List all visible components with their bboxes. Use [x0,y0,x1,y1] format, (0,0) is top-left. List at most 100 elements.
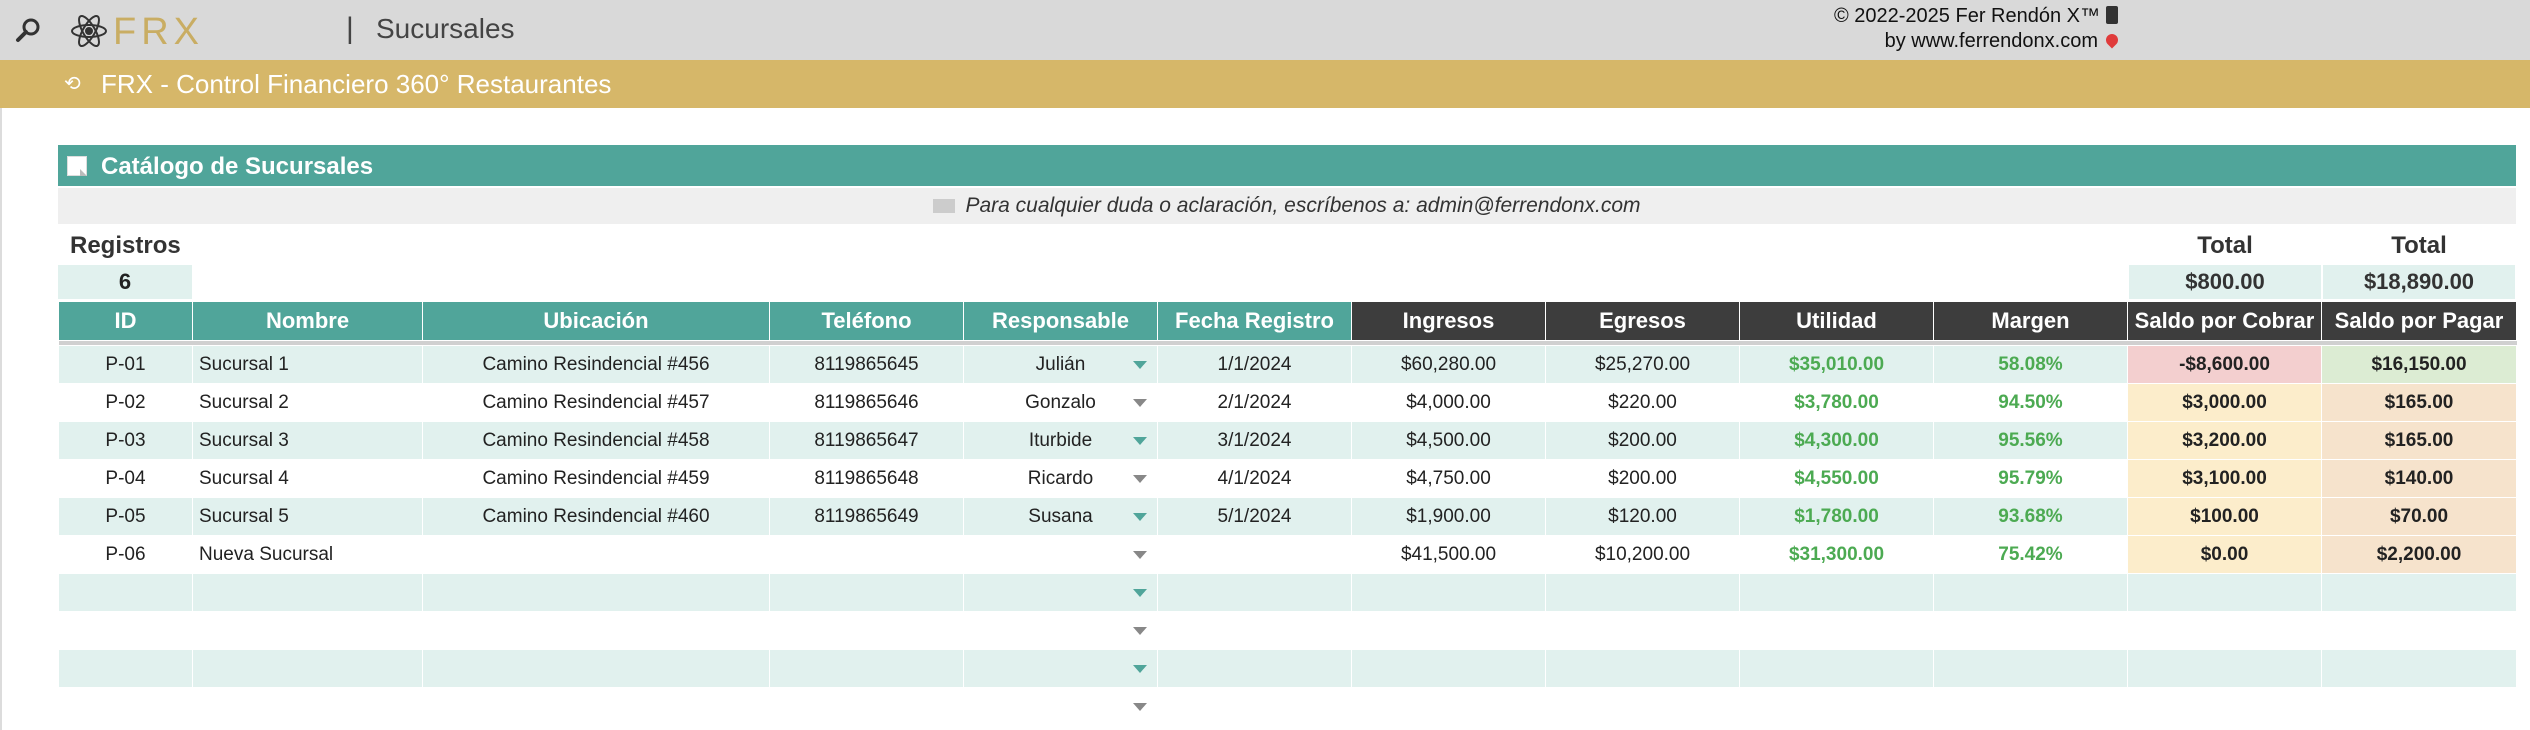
cell-ingresos[interactable]: $1,900.00 [1351,497,1546,536]
cell-pagar[interactable]: $140.00 [2321,459,2517,498]
cell-cobrar[interactable]: $0.00 [2127,535,2322,574]
cell-ingresos[interactable]: $41,500.00 [1351,535,1546,574]
cell-responsable[interactable] [963,649,1158,688]
col-header-id[interactable]: ID [58,301,193,341]
cell-pagar[interactable] [2321,611,2517,650]
col-header-telefono[interactable]: Teléfono [769,301,964,341]
cell-id[interactable]: P-01 [58,345,193,384]
cell-nombre[interactable] [192,611,423,650]
cell-utilidad[interactable]: $4,550.00 [1739,459,1934,498]
dropdown-arrow-icon[interactable] [1133,551,1147,559]
cell-margen[interactable]: 94.50% [1933,383,2128,422]
dropdown-arrow-icon[interactable] [1133,513,1147,521]
col-header-ubicacion[interactable]: Ubicación [422,301,770,341]
cell-utilidad[interactable] [1739,573,1934,612]
col-header-saldo-pagar[interactable]: Saldo por Pagar [2321,301,2517,341]
dropdown-arrow-icon[interactable] [1133,589,1147,597]
cell-cobrar[interactable]: $100.00 [2127,497,2322,536]
cell-responsable[interactable]: Julián [963,345,1158,384]
cell-ubicacion[interactable] [422,611,770,650]
cell-margen[interactable]: 75.42% [1933,535,2128,574]
col-header-responsable[interactable]: Responsable [963,301,1158,341]
cell-ingresos[interactable] [1351,649,1546,688]
cell-pagar[interactable]: $165.00 [2321,421,2517,460]
dropdown-arrow-icon[interactable] [1133,361,1147,369]
cell-telefono[interactable] [769,535,964,574]
cell-ingresos[interactable] [1351,573,1546,612]
cell-fecha[interactable] [1157,649,1352,688]
cell-responsable[interactable]: Gonzalo [963,383,1158,422]
cell-pagar[interactable]: $16,150.00 [2321,345,2517,384]
cell-fecha[interactable]: 4/1/2024 [1157,459,1352,498]
cell-id[interactable]: P-05 [58,497,193,536]
cell-nombre[interactable]: Sucursal 1 [192,345,423,384]
cell-cobrar[interactable] [2127,573,2322,612]
cell-telefono[interactable]: 8119865649 [769,497,964,536]
cell-ubicacion[interactable] [422,573,770,612]
dropdown-arrow-icon[interactable] [1133,665,1147,673]
cell-cobrar[interactable]: $3,000.00 [2127,383,2322,422]
cell-id[interactable] [58,649,193,688]
cell-responsable[interactable] [963,573,1158,612]
col-header-ingresos[interactable]: Ingresos [1351,301,1546,341]
cell-nombre[interactable]: Sucursal 5 [192,497,423,536]
cell-utilidad[interactable]: $1,780.00 [1739,497,1934,536]
col-header-egresos[interactable]: Egresos [1545,301,1740,341]
cell-ingresos[interactable] [1351,687,1546,726]
cell-egresos[interactable] [1545,573,1740,612]
col-header-saldo-cobrar[interactable]: Saldo por Cobrar [2127,301,2322,341]
cell-margen[interactable]: 93.68% [1933,497,2128,536]
cell-cobrar[interactable]: -$8,600.00 [2127,345,2322,384]
cell-ubicacion[interactable]: Camino Resindencial #460 [422,497,770,536]
cell-margen[interactable] [1933,687,2128,726]
cell-margen[interactable] [1933,611,2128,650]
cell-telefono[interactable] [769,573,964,612]
cell-pagar[interactable]: $70.00 [2321,497,2517,536]
cell-utilidad[interactable] [1739,611,1934,650]
cell-egresos[interactable]: $25,270.00 [1545,345,1740,384]
cell-utilidad[interactable]: $4,300.00 [1739,421,1934,460]
cell-egresos[interactable]: $10,200.00 [1545,535,1740,574]
cell-id[interactable]: P-06 [58,535,193,574]
cell-id[interactable] [58,573,193,612]
col-header-nombre[interactable]: Nombre [192,301,423,341]
cell-cobrar[interactable]: $3,100.00 [2127,459,2322,498]
cell-id[interactable]: P-04 [58,459,193,498]
col-header-fecha[interactable]: Fecha Registro [1157,301,1352,341]
cell-utilidad[interactable]: $31,300.00 [1739,535,1934,574]
cell-pagar[interactable] [2321,649,2517,688]
col-header-utilidad[interactable]: Utilidad [1739,301,1934,341]
cell-margen[interactable]: 58.08% [1933,345,2128,384]
cell-egresos[interactable] [1545,611,1740,650]
cell-ubicacion[interactable]: Camino Resindencial #459 [422,459,770,498]
cell-fecha[interactable]: 1/1/2024 [1157,345,1352,384]
cell-nombre[interactable] [192,573,423,612]
cell-ingresos[interactable]: $60,280.00 [1351,345,1546,384]
dropdown-arrow-icon[interactable] [1133,627,1147,635]
cell-utilidad[interactable]: $35,010.00 [1739,345,1934,384]
cell-telefono[interactable]: 8119865648 [769,459,964,498]
cell-telefono[interactable]: 8119865645 [769,345,964,384]
cell-margen[interactable]: 95.79% [1933,459,2128,498]
cell-ubicacion[interactable] [422,649,770,688]
cell-telefono[interactable]: 8119865647 [769,421,964,460]
cell-nombre[interactable] [192,687,423,726]
cell-utilidad[interactable] [1739,649,1934,688]
cell-ingresos[interactable] [1351,611,1546,650]
cell-fecha[interactable]: 5/1/2024 [1157,497,1352,536]
cell-nombre[interactable]: Sucursal 4 [192,459,423,498]
cell-cobrar[interactable]: $3,200.00 [2127,421,2322,460]
cell-ubicacion[interactable]: Camino Resindencial #457 [422,383,770,422]
cell-fecha[interactable] [1157,573,1352,612]
search-icon[interactable] [14,16,42,44]
dropdown-arrow-icon[interactable] [1133,475,1147,483]
cell-id[interactable] [58,611,193,650]
cell-egresos[interactable]: $120.00 [1545,497,1740,536]
cell-margen[interactable] [1933,649,2128,688]
cell-pagar[interactable] [2321,687,2517,726]
dropdown-arrow-icon[interactable] [1133,437,1147,445]
cell-pagar[interactable]: $2,200.00 [2321,535,2517,574]
cell-responsable[interactable] [963,611,1158,650]
cell-fecha[interactable] [1157,535,1352,574]
dropdown-arrow-icon[interactable] [1133,399,1147,407]
